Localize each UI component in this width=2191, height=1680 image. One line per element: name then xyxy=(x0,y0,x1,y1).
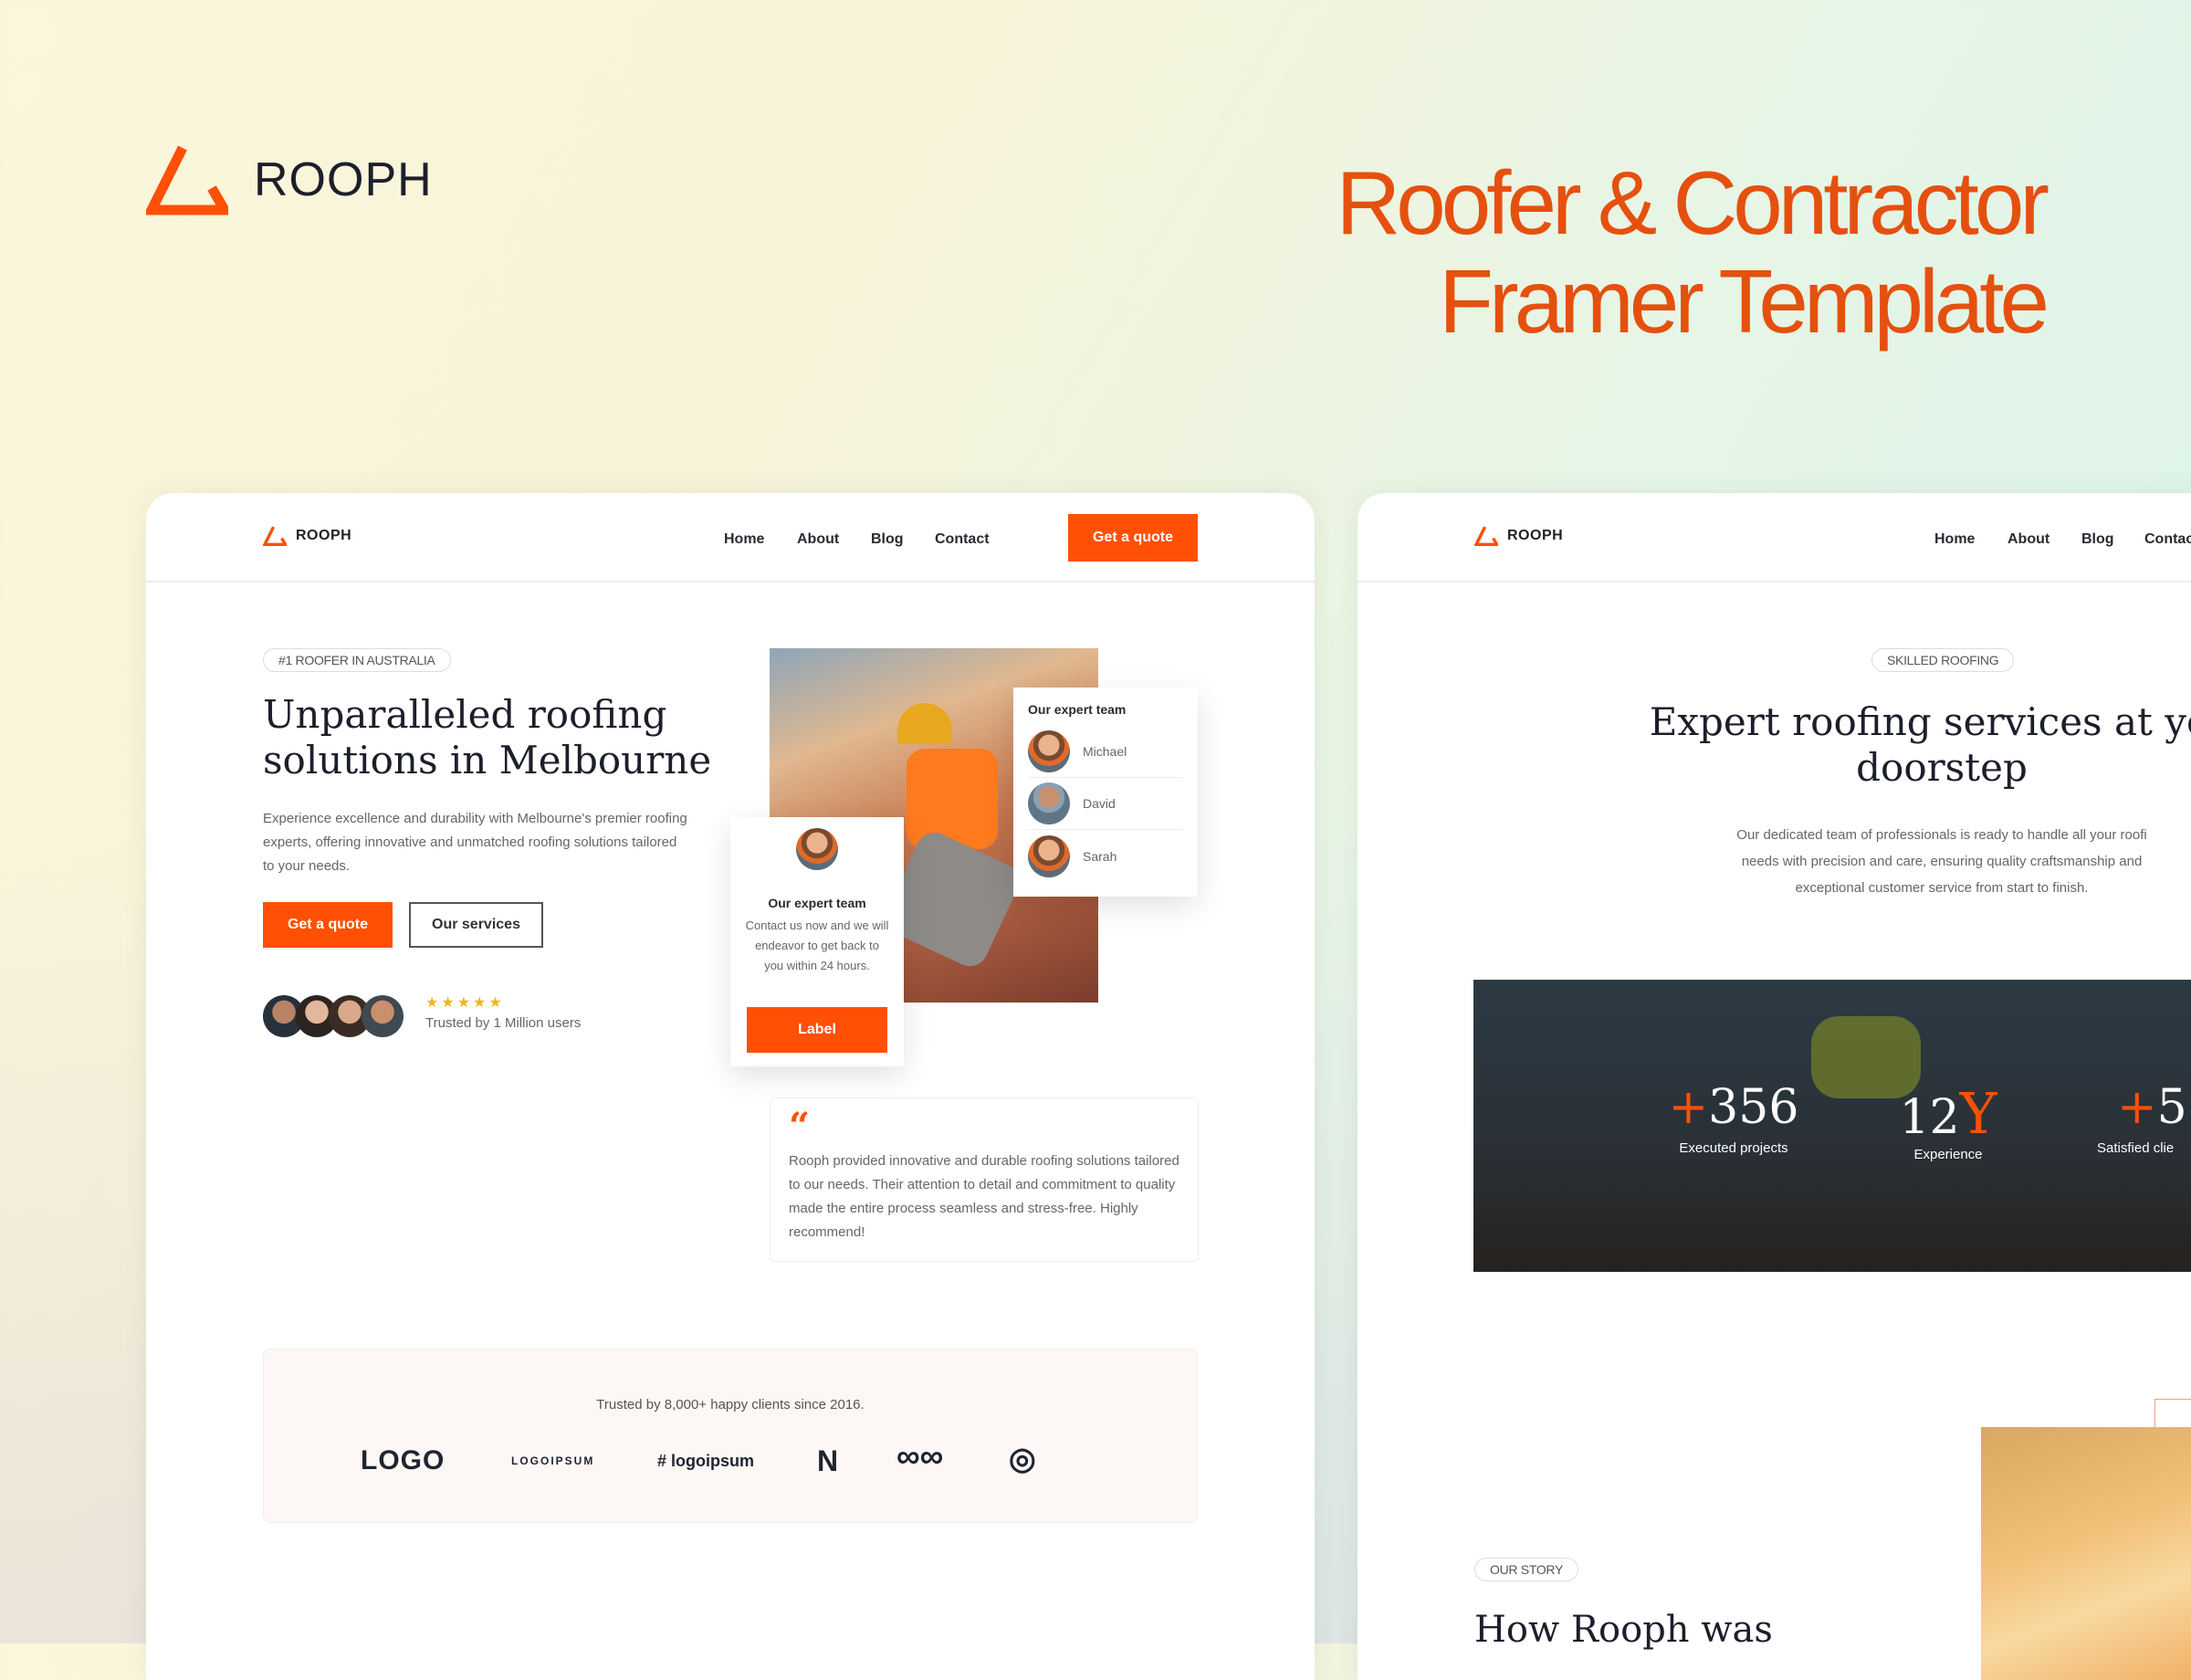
stat-label: Executed projects xyxy=(1679,1140,1788,1156)
stat-value: 55 xyxy=(2156,1080,2191,1135)
testimonial-text: Rooph provided innovative and durable ro… xyxy=(789,1153,1179,1240)
nav-blog[interactable]: Blog xyxy=(871,531,904,548)
nav-blog[interactable]: Blog xyxy=(2081,531,2114,548)
avatar xyxy=(796,828,838,870)
label-button[interactable]: Label xyxy=(747,1007,887,1053)
hero-heading: Unparalleled roofing solutions in Melbou… xyxy=(263,692,711,783)
client-logo-text: logoipsum xyxy=(671,1452,755,1470)
hero-title-line1: Roofer & Contractor xyxy=(1336,152,2049,253)
client-logo: LOGOIPSUM xyxy=(511,1454,595,1467)
skilled-badge: SKILLED ROOFING xyxy=(1871,648,2015,672)
nav-about[interactable]: About xyxy=(797,531,839,548)
sunset-photo xyxy=(1981,1427,2191,1680)
heading-line1: Unparalleled roofing xyxy=(263,692,667,737)
user-avatars xyxy=(263,995,404,1037)
stat-value: 356 xyxy=(1708,1080,1799,1135)
heading-line1: Expert roofing services at you xyxy=(1649,699,2191,744)
heading-line2: doorstep xyxy=(1856,745,2028,790)
hero-badge: #1 ROOFER IN AUSTRALIA xyxy=(263,648,451,672)
nav-home[interactable]: Home xyxy=(1934,531,1975,548)
hard-hat xyxy=(897,703,952,744)
nav-logo-text: ROOPH xyxy=(1507,528,1564,543)
stat-prefix: + xyxy=(2117,1080,2157,1135)
our-services-button[interactable]: Our services xyxy=(409,902,543,948)
hero-title: Roofer & Contractor Framer Template xyxy=(1336,152,2049,352)
avatar xyxy=(1028,730,1070,772)
rating-stars: ★★★★★ xyxy=(425,995,505,1011)
our-story-badge: OUR STORY xyxy=(1474,1558,1579,1581)
stat-projects: +356 Executed projects xyxy=(1656,1080,1811,1156)
stat-suffix: Y xyxy=(1959,1080,1997,1147)
page-preview-home: ROOPH Home About Blog Contact Get a quot… xyxy=(146,493,1315,1680)
services-description: Our dedicated team of professionals is r… xyxy=(1586,822,2191,901)
avatar xyxy=(1028,835,1070,877)
heading-line2: solutions in Melbourne xyxy=(263,738,712,782)
contact-card-title: Our expert team xyxy=(768,896,866,910)
nav-logo[interactable]: ROOPH xyxy=(1474,526,1563,546)
triangle-logo-icon xyxy=(263,526,287,546)
team-card: Our expert team Michael David Sarah xyxy=(1013,688,1198,897)
team-member[interactable]: David xyxy=(1028,778,1183,830)
member-name: David xyxy=(1083,796,1116,811)
nav-home[interactable]: Home xyxy=(724,531,764,548)
triangle-logo-icon xyxy=(146,145,228,215)
testimonial-card: “ Rooph provided innovative and durable … xyxy=(770,1097,1199,1262)
stat-value: 12 xyxy=(1899,1090,1960,1145)
hash-icon: # xyxy=(657,1452,667,1470)
quote-icon: “ xyxy=(789,1105,811,1148)
avatar xyxy=(362,995,404,1037)
stat-prefix: + xyxy=(1668,1080,1709,1135)
clients-strip: Trusted by 8,000+ happy clients since 20… xyxy=(263,1349,1198,1523)
client-logo: LOGO xyxy=(361,1445,446,1475)
page-preview-services: ROOPH Home About Blog Contac SKILLED ROO… xyxy=(1358,493,2191,1680)
clients-text: Trusted by 8,000+ happy clients since 20… xyxy=(596,1397,865,1412)
story-heading: How Rooph was xyxy=(1474,1609,1773,1651)
nav-get-quote-button[interactable]: Get a quote xyxy=(1068,514,1198,562)
worker-shirt xyxy=(907,749,998,849)
navbar: ROOPH Home About Blog Contac xyxy=(1358,493,2191,583)
team-list: Michael David Sarah xyxy=(1028,726,1183,882)
team-card-title: Our expert team xyxy=(1028,702,1127,717)
desc-line: needs with precision and care, ensuring … xyxy=(1741,854,2143,869)
team-member[interactable]: Sarah xyxy=(1028,830,1183,882)
desc-line: exceptional customer service from start … xyxy=(1795,880,2089,896)
get-quote-button[interactable]: Get a quote xyxy=(263,902,393,948)
team-member[interactable]: Michael xyxy=(1028,726,1183,778)
triangle-logo-icon xyxy=(1474,526,1498,546)
services-heading: Expert roofing services at you doorstep xyxy=(1586,699,2191,791)
hero-description: Experience excellence and durability wit… xyxy=(263,811,687,874)
client-logo: N xyxy=(817,1444,839,1477)
stat-clients: +55 Satisfied clie xyxy=(2097,1080,2191,1156)
hero-title-line2: Framer Template xyxy=(1439,251,2049,352)
desc-line: Our dedicated team of professionals is r… xyxy=(1736,827,2147,843)
nav-logo[interactable]: ROOPH xyxy=(263,526,351,546)
stat-experience: 12Y Experience xyxy=(1875,1080,2021,1162)
brand-name: ROOPH xyxy=(254,153,433,206)
avatar xyxy=(1028,782,1070,824)
client-logo-infinity-icon: ∞∞ xyxy=(896,1437,944,1475)
client-logo: # logoipsum xyxy=(657,1452,754,1471)
rating-text: Trusted by 1 Million users xyxy=(425,1015,582,1031)
contact-card-text: Contact us now and we will endeavor to g… xyxy=(745,919,889,972)
stat-label: Experience xyxy=(1913,1147,1983,1162)
contact-card: Our expert team Contact us now and we wi… xyxy=(730,817,904,1066)
stats-banner: +356 Executed projects 12Y Experience +5… xyxy=(1473,980,2191,1272)
navbar: ROOPH Home About Blog Contact Get a quot… xyxy=(146,493,1315,583)
nav-logo-text: ROOPH xyxy=(296,528,352,543)
nav-about[interactable]: About xyxy=(2008,531,2049,548)
stat-label: Satisfied clie xyxy=(2097,1140,2175,1156)
client-logo-fingerprint-icon: ◎ xyxy=(1009,1442,1036,1476)
brand-logo: ROOPH xyxy=(146,144,433,215)
member-name: Sarah xyxy=(1083,848,1117,864)
nav-contact[interactable]: Contact xyxy=(935,531,990,548)
member-name: Michael xyxy=(1083,744,1127,759)
nav-contact[interactable]: Contac xyxy=(2144,531,2191,548)
